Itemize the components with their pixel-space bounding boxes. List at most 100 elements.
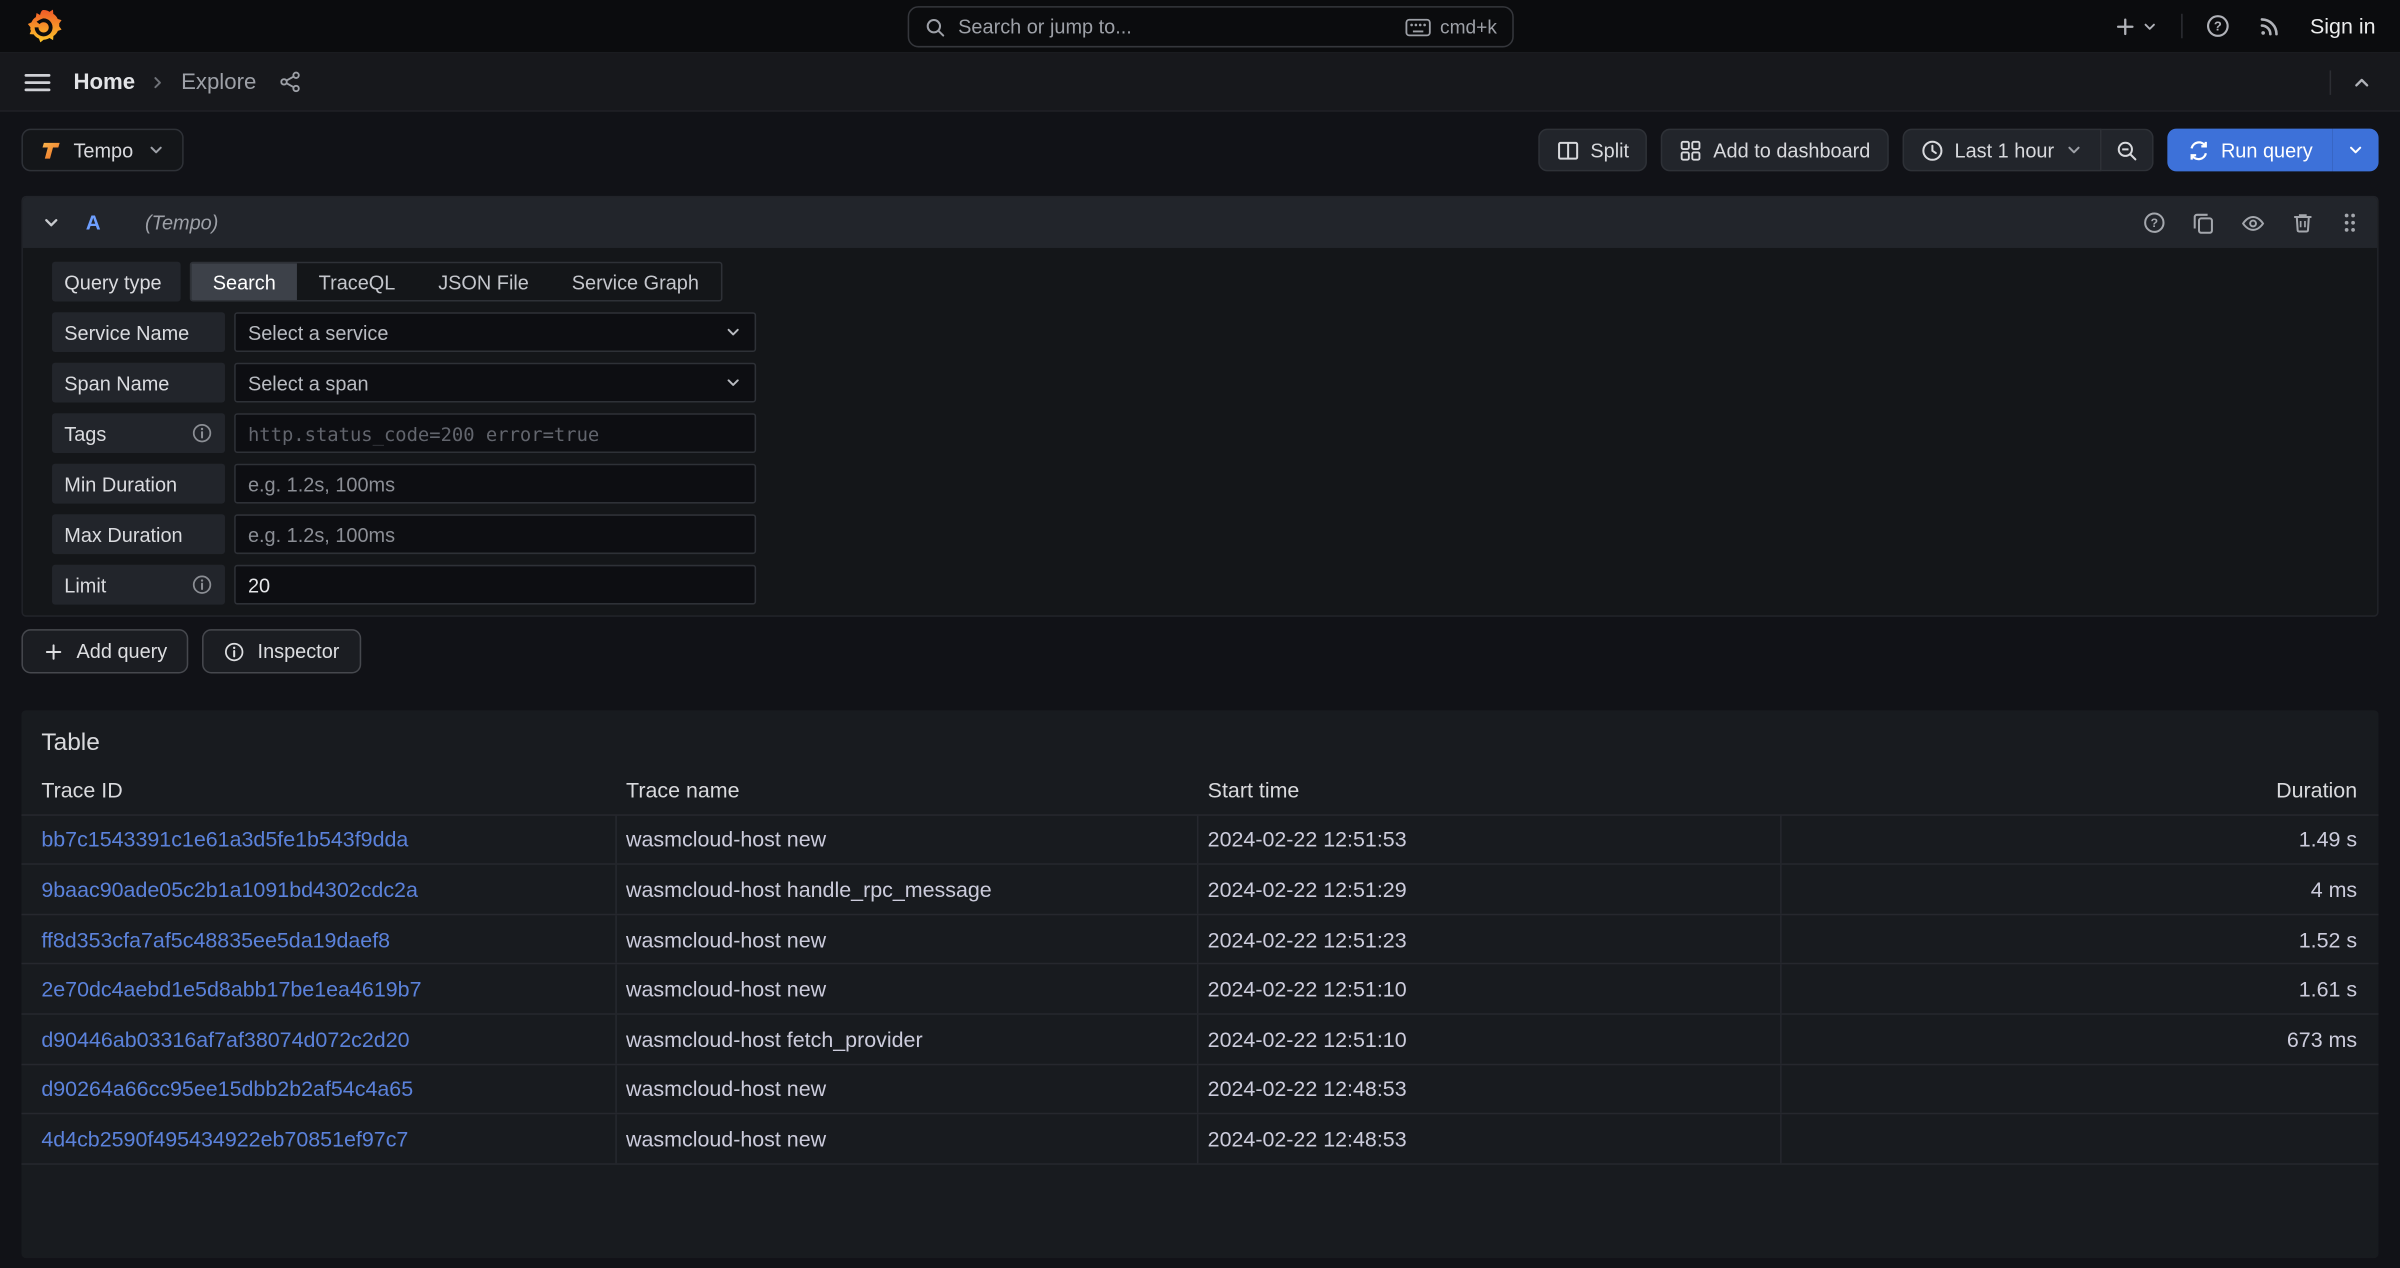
chevron-down-icon (724, 373, 742, 391)
panel-title: Table (41, 729, 2378, 760)
trace-id-link[interactable]: 4d4cb2590f495434922eb70851ef97c7 (41, 1126, 408, 1150)
split-button[interactable]: Split (1538, 129, 1647, 172)
info-circle-icon (191, 422, 212, 443)
min-duration-label: Min Duration (52, 464, 225, 504)
service-name-row: Service Name Select a service (52, 312, 2353, 352)
query-type-row: Query type Search TraceQL JSON File Serv… (52, 262, 2353, 302)
span-name-row: Span Name Select a span (52, 363, 2353, 403)
trace-id-link[interactable]: d90446ab03316af7af38074d072c2d20 (41, 1027, 409, 1051)
new-menu-button[interactable] (2108, 8, 2165, 43)
time-range-button[interactable]: Last 1 hour (1903, 129, 2102, 172)
breadcrumb-bar: Home Explore (0, 54, 2400, 112)
sync-icon (2187, 139, 2210, 162)
trace-id-link[interactable]: bb7c1543391c1e61a3d5fe1b543f9dda (41, 827, 408, 851)
chevron-down-icon (147, 141, 165, 159)
table-row: d90446ab03316af7af38074d072c2d20 wasmclo… (21, 1015, 2378, 1065)
limit-input[interactable] (234, 565, 756, 605)
divider (2330, 70, 2332, 94)
copy-icon (2192, 211, 2215, 234)
top-bar: Search or jump to... cmd+k ? Sign in (0, 0, 2400, 54)
trace-name-cell: wasmcloud-host handle_rpc_message (617, 865, 1199, 913)
menu-toggle-button[interactable] (24, 71, 50, 92)
add-to-dashboard-button[interactable]: Add to dashboard (1661, 129, 1889, 172)
table-row: 2e70dc4aebd1e5d8abb17be1ea4619b7 wasmclo… (21, 965, 2378, 1015)
query-datasource-hint: (Tempo) (145, 211, 218, 234)
column-header-trace-id[interactable]: Trace ID (21, 765, 616, 813)
grafana-app: Search or jump to... cmd+k ? Sign in (0, 0, 2400, 1268)
rss-icon (2258, 14, 2282, 38)
table-row: ff8d353cfa7af5c48835ee5da19daef8 wasmclo… (21, 915, 2378, 965)
search-icon (924, 16, 945, 37)
collapse-controls-button[interactable] (2348, 65, 2376, 99)
span-name-label: Span Name (52, 363, 225, 403)
grafana-logo-icon[interactable] (24, 7, 62, 45)
max-duration-input[interactable] (234, 514, 756, 554)
table-row: 9baac90ade05c2b1a1091bd4302cdc2a wasmclo… (21, 865, 2378, 915)
trace-id-link[interactable]: 9baac90ade05c2b1a1091bd4302cdc2a (41, 877, 418, 901)
min-duration-row: Min Duration (52, 464, 2353, 504)
run-query-group: Run query (2167, 129, 2378, 172)
query-ref-id[interactable]: A (86, 211, 101, 234)
query-help-button[interactable]: ? (2143, 211, 2166, 234)
query-header-actions: ? (2143, 210, 2359, 234)
table-row: d90264a66cc95ee15dbb2b2af54c4a65 wasmclo… (21, 1065, 2378, 1115)
help-button[interactable]: ? (2200, 8, 2237, 45)
trace-id-link[interactable]: 2e70dc4aebd1e5d8abb17be1ea4619b7 (41, 977, 421, 1001)
chevron-up-icon (2351, 71, 2372, 92)
service-name-select[interactable]: Select a service (234, 312, 756, 352)
eye-icon (2241, 210, 2265, 234)
share-button[interactable] (279, 70, 302, 93)
time-picker-group: Last 1 hour (1903, 129, 2154, 172)
duration-cell: 673 ms (1782, 1015, 2379, 1063)
zoom-out-icon (2115, 139, 2138, 162)
column-header-trace-name[interactable]: Trace name (617, 765, 1199, 813)
tab-service-graph[interactable]: Service Graph (550, 263, 720, 300)
top-bar-actions: ? Sign in (2108, 8, 2376, 45)
divider (2181, 14, 2183, 38)
inspector-button[interactable]: Inspector (202, 629, 360, 673)
run-query-button[interactable]: Run query (2167, 129, 2332, 172)
tab-search[interactable]: Search (191, 263, 297, 300)
plus-icon (2114, 15, 2137, 38)
start-time-cell: 2024-02-22 12:51:53 (1198, 815, 1781, 863)
tab-json-file[interactable]: JSON File (417, 263, 551, 300)
search-input[interactable]: Search or jump to... cmd+k (908, 6, 1514, 47)
delete-query-button[interactable] (2291, 211, 2314, 234)
query-editor-header[interactable]: A (Tempo) ? (23, 197, 2377, 248)
trace-name-cell: wasmcloud-host new (617, 1115, 1199, 1163)
toggle-visibility-button[interactable] (2241, 210, 2265, 234)
tags-input[interactable] (234, 413, 756, 453)
datasource-name: Tempo (73, 139, 133, 162)
collapse-query-button[interactable] (41, 213, 61, 233)
run-query-options-button[interactable] (2333, 129, 2379, 172)
trace-name-cell: wasmcloud-host new (617, 815, 1199, 863)
datasource-picker[interactable]: Tempo (21, 129, 183, 172)
column-header-duration[interactable]: Duration (1782, 765, 2379, 813)
trace-name-cell: wasmcloud-host new (617, 1065, 1199, 1113)
column-header-start-time[interactable]: Start time (1198, 765, 1781, 813)
drag-query-handle[interactable] (2340, 211, 2358, 234)
news-button[interactable] (2252, 8, 2289, 45)
query-actions: Add query Inspector (21, 629, 2378, 673)
duration-cell: 1.61 s (1782, 965, 2379, 1013)
limit-row: Limit (52, 565, 2353, 605)
span-name-select[interactable]: Select a span (234, 363, 756, 403)
split-pane-icon (1557, 139, 1580, 162)
sign-in-link[interactable]: Sign in (2310, 14, 2376, 38)
add-query-button[interactable]: Add query (21, 629, 188, 673)
trace-id-link[interactable]: ff8d353cfa7af5c48835ee5da19daef8 (41, 927, 390, 951)
breadcrumb-home[interactable]: Home (73, 70, 135, 94)
tab-traceql[interactable]: TraceQL (297, 263, 417, 300)
chevron-down-icon (724, 323, 742, 341)
breadcrumb-explore[interactable]: Explore (181, 70, 256, 94)
chevron-down-icon (41, 213, 61, 233)
limit-label: Limit (52, 565, 225, 605)
search-placeholder: Search or jump to... (958, 15, 1132, 38)
trace-id-link[interactable]: d90264a66cc95ee15dbb2b2af54c4a65 (41, 1077, 413, 1101)
service-name-label: Service Name (52, 312, 225, 352)
query-type-tabs: Search TraceQL JSON File Service Graph (190, 262, 722, 302)
min-duration-input[interactable] (234, 464, 756, 504)
zoom-out-button[interactable] (2102, 129, 2154, 172)
duplicate-query-button[interactable] (2192, 211, 2215, 234)
table-header: Trace ID Trace name Start time Duration (21, 765, 2378, 815)
